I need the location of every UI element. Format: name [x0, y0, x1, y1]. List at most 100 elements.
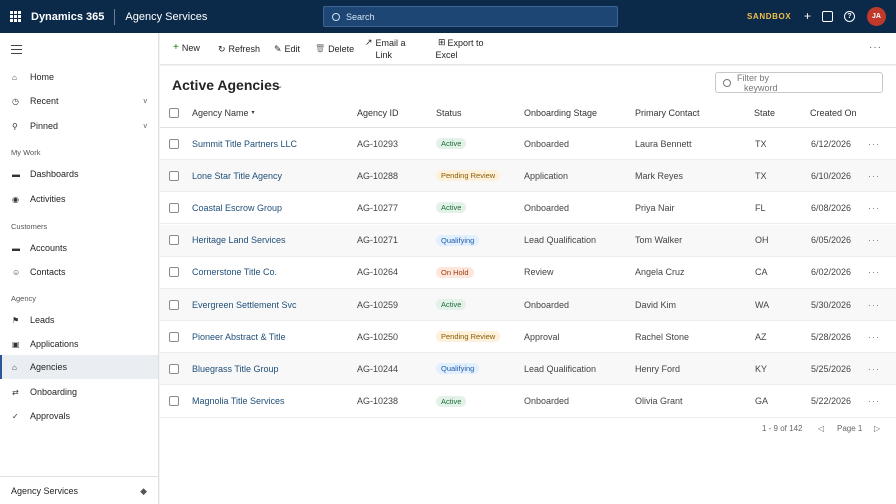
- row-more-icon[interactable]: ···: [868, 225, 880, 256]
- table-row[interactable]: Evergreen Settlement Svc AG-10259 Active On…: [160, 289, 896, 321]
- search-input[interactable]: [346, 11, 586, 22]
- agency-id: AG-10293: [357, 138, 399, 149]
- agency-name-link[interactable]: Pioneer Abstract & Title: [192, 321, 286, 352]
- email-link-button[interactable]: ↗ Email a Link: [365, 37, 406, 61]
- page-title[interactable]: Active Agencies: [172, 77, 280, 93]
- row-checkbox[interactable]: [169, 202, 179, 213]
- onboarding-stage: Lead Qualification: [524, 363, 597, 374]
- table-row[interactable]: Coastal Escrow Group AG-10277 Active Onboar…: [160, 192, 896, 225]
- status-badge: Qualifying: [436, 363, 480, 375]
- building-icon: ⌂: [12, 362, 17, 372]
- agency-name-link[interactable]: Bluegrass Title Group: [192, 353, 279, 384]
- new-button[interactable]: + New: [173, 43, 200, 54]
- column-header-agency-name[interactable]: Agency Name ▾: [192, 98, 255, 127]
- chevron-down-icon[interactable]: v: [144, 98, 148, 105]
- row-checkbox[interactable]: [169, 299, 179, 310]
- column-header-onboarding-stage[interactable]: Onboarding Stage: [524, 98, 597, 127]
- app-launcher-icon[interactable]: [0, 0, 30, 33]
- agency-name-link[interactable]: Summit Title Partners LLC: [192, 128, 297, 159]
- table-row[interactable]: Pioneer Abstract & Title AG-10250 Pending …: [160, 321, 896, 354]
- sidebar-item-label: Activities: [30, 194, 66, 204]
- status-cell: On Hold: [436, 257, 474, 288]
- row-checkbox[interactable]: [169, 331, 179, 342]
- agency-name-link[interactable]: Magnolia Title Services: [192, 386, 285, 417]
- sidebar-item-pinned[interactable]: ⚲ Pinned v: [0, 114, 158, 138]
- agency-name-link[interactable]: Coastal Escrow Group: [192, 192, 282, 223]
- table-row[interactable]: Lone Star Title Agency AG-10288 Pending Re…: [160, 160, 896, 193]
- delete-button[interactable]: 🗑 Delete: [315, 44, 354, 54]
- sidebar-item-activities[interactable]: ◉ Activities: [0, 187, 158, 211]
- area-switcher[interactable]: Agency Services ◆: [0, 476, 158, 504]
- row-more-icon[interactable]: ···: [868, 160, 880, 191]
- app-name[interactable]: Agency Services: [125, 11, 207, 23]
- row-more-icon[interactable]: ···: [868, 128, 880, 159]
- sidebar-item-agencies[interactable]: ⌂ Agencies: [0, 355, 158, 379]
- plus-icon[interactable]: +: [804, 10, 811, 22]
- dashboard-icon: ▬: [12, 169, 20, 179]
- state: CA: [755, 267, 768, 278]
- task-flow-icon[interactable]: [822, 11, 833, 22]
- hamburger-icon[interactable]: [11, 45, 22, 56]
- agency-name-link[interactable]: Heritage Land Services: [192, 225, 286, 256]
- table-row[interactable]: Bluegrass Title Group AG-10244 Qualifying L…: [160, 353, 896, 386]
- row-more-icon[interactable]: ···: [868, 289, 880, 320]
- row-more-icon[interactable]: ···: [868, 257, 880, 288]
- sidebar-item-applications[interactable]: ▣ Applications: [0, 332, 158, 356]
- sort-icon: ▾: [251, 110, 255, 116]
- row-more-icon[interactable]: ···: [868, 321, 880, 352]
- column-header-agency-id[interactable]: Agency ID: [357, 98, 399, 127]
- sidebar-item-dashboards[interactable]: ▬ Dashboards: [0, 162, 158, 186]
- row-more-icon[interactable]: ···: [868, 353, 880, 384]
- column-header-primary-contact[interactable]: Primary Contact: [635, 98, 700, 127]
- next-page-icon[interactable]: ▷: [874, 424, 880, 433]
- status-badge: Pending Review: [436, 331, 501, 343]
- agency-name-link[interactable]: Evergreen Settlement Svc: [192, 289, 297, 320]
- row-more-icon[interactable]: ···: [868, 386, 880, 417]
- row-checkbox[interactable]: [169, 396, 179, 407]
- sidebar-item-home[interactable]: ⌂ Home: [0, 65, 158, 89]
- global-search[interactable]: [323, 6, 618, 27]
- help-icon[interactable]: ?: [844, 11, 855, 22]
- column-header-created-on[interactable]: Created On: [810, 98, 857, 127]
- more-commands-icon[interactable]: ···: [869, 42, 882, 53]
- chevron-down-icon[interactable]: v: [144, 123, 148, 130]
- sidebar-item-approvals[interactable]: ✓ Approvals: [0, 404, 158, 428]
- export-excel-button[interactable]: ⊞ Export to Excel: [436, 37, 484, 61]
- row-checkbox[interactable]: [169, 170, 179, 181]
- primary-contact: Mark Reyes: [635, 170, 684, 181]
- refresh-button[interactable]: ↻ Refresh: [218, 44, 260, 55]
- sidebar-item-recent[interactable]: ◷ Recent v: [0, 89, 158, 113]
- table-row[interactable]: Cornerstone Title Co. AG-10264 On Hold Revi…: [160, 257, 896, 289]
- row-checkbox[interactable]: [169, 363, 179, 374]
- grid-header: Agency Name ▾ Agency ID Status Onboardin…: [160, 98, 896, 128]
- filter-by-keyword-input[interactable]: Filter by keyword: [715, 72, 883, 93]
- sidebar-item-accounts[interactable]: ▬ Accounts: [0, 236, 158, 260]
- agency-name-link[interactable]: Cornerstone Title Co.: [192, 257, 277, 288]
- record-count: 1 - 9 of 142: [762, 424, 803, 433]
- contacts-icon: ☺: [12, 267, 21, 277]
- table-row[interactable]: Heritage Land Services AG-10271 Qualifying…: [160, 224, 896, 257]
- column-header-status[interactable]: Status: [436, 98, 462, 127]
- table-row[interactable]: Magnolia Title Services AG-10238 Active Onb…: [160, 386, 896, 418]
- chevron-down-icon[interactable]: ⌄: [277, 82, 283, 90]
- row-checkbox[interactable]: [169, 267, 179, 278]
- agency-id: AG-10271: [357, 235, 399, 246]
- sidebar-item-leads[interactable]: ⚑ Leads: [0, 308, 158, 332]
- column-header-state[interactable]: State: [754, 98, 775, 127]
- row-checkbox[interactable]: [169, 235, 179, 246]
- filter-placeholder-2: keyword: [744, 82, 778, 93]
- select-all-checkbox[interactable]: [169, 107, 179, 118]
- previous-page-icon[interactable]: ◁: [818, 424, 824, 433]
- edit-label: Edit: [284, 44, 301, 54]
- sidebar-item-contacts[interactable]: ☺ Contacts: [0, 260, 158, 284]
- agency-name-link[interactable]: Lone Star Title Agency: [192, 160, 282, 191]
- row-checkbox[interactable]: [169, 138, 179, 149]
- table-row[interactable]: Summit Title Partners LLC AG-10293 Active O…: [160, 128, 896, 160]
- sidebar-item-onboarding[interactable]: ⇄ Onboarding: [0, 380, 158, 404]
- brand-name[interactable]: Dynamics 365: [31, 11, 104, 23]
- status-badge: Active: [436, 299, 467, 310]
- header-divider: [114, 8, 116, 25]
- edit-button[interactable]: ✎ Edit: [274, 44, 300, 55]
- avatar[interactable]: JA: [867, 7, 886, 26]
- row-more-icon[interactable]: ···: [868, 192, 880, 223]
